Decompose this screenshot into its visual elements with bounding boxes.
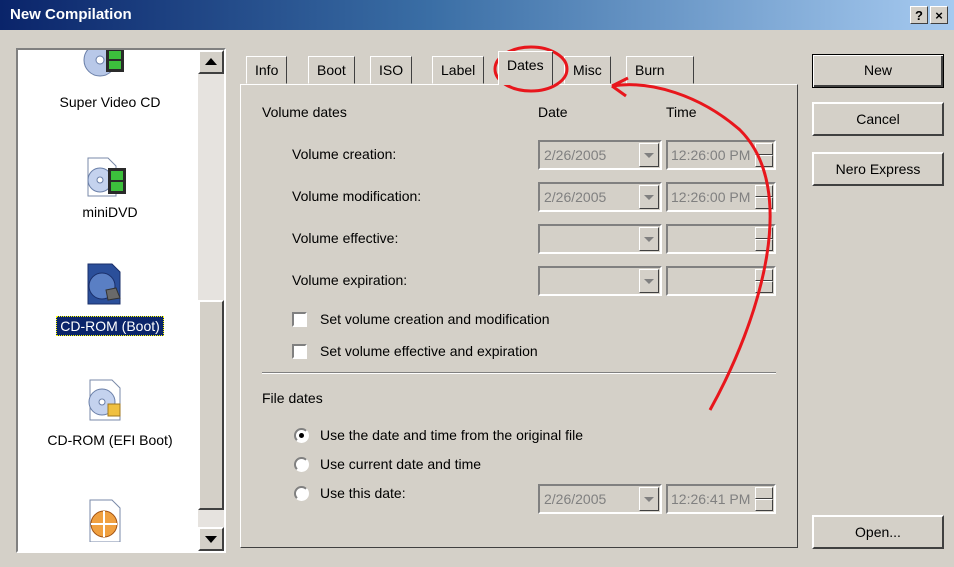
arrow-up-icon <box>205 58 217 65</box>
spin-down-icon[interactable] <box>755 155 773 167</box>
radio-original-date[interactable] <box>294 428 309 443</box>
open-button[interactable]: Open... <box>812 515 944 549</box>
efi-boot-cd-icon <box>80 378 130 422</box>
scroll-thumb[interactable] <box>198 300 224 510</box>
window-title: New Compilation <box>10 6 132 23</box>
tab-boot[interactable]: Boot <box>308 56 355 84</box>
spin-up-icon[interactable] <box>755 487 773 499</box>
arrow-down-icon <box>205 536 217 543</box>
spin-down-icon[interactable] <box>755 239 773 251</box>
list-item-cd-rom-efi-boot[interactable]: CD-ROM (EFI Boot) <box>18 432 202 448</box>
list-item-cd-rom-boot[interactable]: CD-ROM (Boot) <box>56 316 164 336</box>
volume-effective-label: Volume effective: <box>292 230 399 246</box>
volume-effective-date[interactable] <box>538 224 662 254</box>
set-creation-label: Set volume creation and modification <box>320 311 550 327</box>
help-button[interactable]: ? <box>910 6 928 24</box>
set-effective-checkbox[interactable] <box>292 344 307 359</box>
tab-label[interactable]: Label <box>432 56 485 84</box>
tab-burn[interactable]: Burn <box>626 56 694 84</box>
chevron-down-icon <box>644 153 654 158</box>
radio-original-date-label: Use the date and time from the original … <box>320 427 584 443</box>
volume-modification-label: Volume modification: <box>292 188 422 204</box>
list-item-super-video-cd[interactable]: Super Video CD <box>18 94 202 110</box>
file-time-picker[interactable]: 12:26:41 PM <box>666 484 776 514</box>
chevron-down-icon <box>644 195 654 200</box>
boot-cd-icon <box>80 262 130 306</box>
time-column-header: Time <box>666 104 697 120</box>
file-dates-heading: File dates <box>262 390 323 406</box>
tab-info[interactable]: Info <box>246 56 288 84</box>
scroll-up-button[interactable] <box>198 50 224 74</box>
compilation-type-list[interactable]: Super Video CD miniDVD CD-ROM (Boot) CD-… <box>16 48 226 553</box>
volume-modification-time[interactable]: 12:26:00 PM <box>666 182 776 212</box>
spin-down-icon[interactable] <box>755 197 773 209</box>
tab-misc[interactable]: Misc <box>564 56 611 84</box>
volume-expiration-date[interactable] <box>538 266 662 296</box>
section-divider <box>262 372 776 374</box>
audio-cd-icon <box>80 498 130 543</box>
spin-up-icon[interactable] <box>755 185 773 197</box>
chevron-down-icon <box>644 497 654 502</box>
radio-this-date-label: Use this date: <box>320 485 406 501</box>
volume-creation-label: Volume creation: <box>292 146 397 162</box>
volume-expiration-time[interactable] <box>666 266 776 296</box>
close-button[interactable]: × <box>930 6 948 24</box>
volume-creation-time[interactable]: 12:26:00 PM <box>666 140 776 170</box>
chevron-down-icon <box>644 237 654 242</box>
radio-this-date[interactable] <box>294 486 309 501</box>
list-item-minidvd[interactable]: miniDVD <box>18 204 202 220</box>
volume-expiration-label: Volume expiration: <box>292 272 408 288</box>
radio-current-date-label: Use current date and time <box>320 456 482 472</box>
file-date-picker[interactable]: 2/26/2005 <box>538 484 662 514</box>
new-button[interactable]: New <box>812 54 944 88</box>
tab-dates[interactable]: Dates <box>498 51 553 85</box>
cancel-button[interactable]: Cancel <box>812 102 944 136</box>
tab-iso[interactable]: ISO <box>370 56 413 84</box>
set-effective-label: Set volume effective and expiration <box>320 343 538 359</box>
volume-effective-time[interactable] <box>666 224 776 254</box>
volume-creation-date[interactable]: 2/26/2005 <box>538 140 662 170</box>
list-scrollbar[interactable] <box>198 50 224 551</box>
date-column-header: Date <box>538 104 568 120</box>
chevron-down-icon <box>644 279 654 284</box>
radio-current-date[interactable] <box>294 457 309 472</box>
dvd-film-icon <box>80 154 130 198</box>
set-creation-checkbox[interactable] <box>292 312 307 327</box>
spin-up-icon[interactable] <box>755 269 773 281</box>
spin-up-icon[interactable] <box>755 227 773 239</box>
title-bar <box>0 0 954 30</box>
volume-dates-heading: Volume dates <box>262 104 347 120</box>
spin-up-icon[interactable] <box>755 143 773 155</box>
spin-down-icon[interactable] <box>755 281 773 293</box>
spin-down-icon[interactable] <box>755 499 773 511</box>
video-cd-icon <box>80 50 130 82</box>
nero-express-button[interactable]: Nero Express <box>812 152 944 186</box>
scroll-down-button[interactable] <box>198 527 224 551</box>
volume-modification-date[interactable]: 2/26/2005 <box>538 182 662 212</box>
